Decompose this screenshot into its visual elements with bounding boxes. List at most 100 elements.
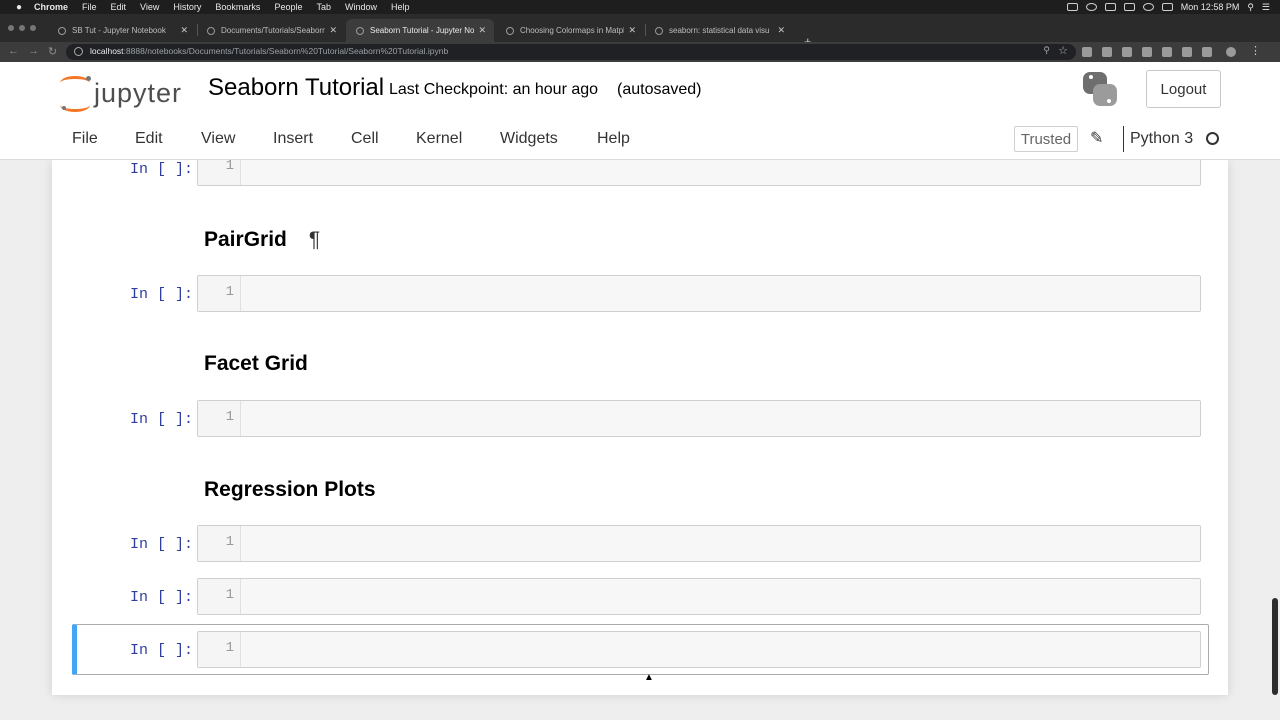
edit-pencil-icon[interactable]: ✎: [1090, 128, 1103, 148]
tab-title: SB Tut - Jupyter Notebook: [72, 26, 166, 35]
page-scrollbar[interactable]: [1272, 598, 1278, 695]
mac-menu-view[interactable]: View: [140, 2, 159, 12]
line-number: 1: [225, 534, 234, 550]
extension-icon[interactable]: [1122, 47, 1132, 57]
line-number: 1: [225, 587, 234, 603]
chrome-menu-icon[interactable]: ⋮: [1250, 44, 1261, 57]
menu-view[interactable]: View: [201, 130, 235, 148]
extensions-puzzle-icon[interactable]: [1202, 47, 1212, 57]
zoom-icon[interactable]: ⚲: [1043, 45, 1050, 56]
code-cell-input[interactable]: 1: [197, 400, 1201, 437]
kernel-name[interactable]: Python 3: [1130, 130, 1193, 148]
close-tab-icon[interactable]: ✕: [329, 25, 337, 36]
code-cell-input[interactable]: 1: [197, 525, 1201, 562]
minimize-window-icon[interactable]: [19, 25, 25, 31]
url-path: :8888/notebooks/Documents/Tutorials/Seab…: [123, 46, 449, 56]
matplotlib-favicon-icon: [506, 26, 514, 35]
extension-icon[interactable]: [1162, 47, 1172, 57]
notebook-container: In [ ]: 1 PairGrid ¶ In [ ]: 1 Facet Grid…: [52, 160, 1228, 695]
menu-cell[interactable]: Cell: [351, 130, 379, 148]
control-center-icon[interactable]: ☰: [1262, 2, 1270, 13]
browser-tab[interactable]: Documents/Tutorials/Seaborn ✕: [197, 19, 345, 42]
code-cell-input[interactable]: 1: [197, 578, 1201, 615]
browser-toolbar: ← → ↻ localhost:8888/notebooks/Documents…: [0, 42, 1280, 62]
menu-file[interactable]: File: [72, 130, 98, 148]
url-host: localhost: [90, 46, 124, 56]
menu-widgets[interactable]: Widgets: [500, 130, 558, 148]
code-cell-input[interactable]: 1: [197, 275, 1201, 312]
close-tab-icon[interactable]: ✕: [777, 25, 785, 36]
profile-avatar[interactable]: [1226, 47, 1236, 57]
jupyter-header: jupyter Seaborn Tutorial Last Checkpoint…: [0, 62, 1280, 160]
browser-tab-active[interactable]: Seaborn Tutorial - Jupyter Note ✕: [346, 19, 494, 42]
mac-menu-help[interactable]: Help: [391, 2, 410, 12]
mac-menu-people[interactable]: People: [274, 2, 302, 12]
seaborn-favicon-icon: [655, 26, 663, 35]
clock[interactable]: Mon 12:58 PM: [1181, 2, 1240, 12]
notebook-site[interactable]: In [ ]: 1 PairGrid ¶ In [ ]: 1 Facet Grid…: [0, 160, 1280, 720]
app-menu-chrome[interactable]: Chrome: [34, 2, 68, 12]
close-tab-icon[interactable]: ✕: [478, 25, 486, 36]
close-window-icon[interactable]: [8, 25, 14, 31]
bookmark-star-icon[interactable]: ☆: [1058, 44, 1068, 57]
tray-cloud-icon[interactable]: [1085, 3, 1097, 11]
mac-menu-bar: ● Chrome File Edit View History Bookmark…: [0, 0, 1280, 14]
logo-moon: [62, 106, 66, 110]
menu-kernel[interactable]: Kernel: [416, 130, 462, 148]
mac-menu-bookmarks[interactable]: Bookmarks: [215, 2, 260, 12]
window-controls[interactable]: [8, 25, 36, 31]
tab-title: Seaborn Tutorial - Jupyter Note: [370, 26, 474, 35]
extension-icon[interactable]: [1082, 47, 1092, 57]
browser-tab[interactable]: SB Tut - Jupyter Notebook ✕: [48, 19, 196, 42]
mac-menu-window[interactable]: Window: [345, 2, 377, 12]
logout-button[interactable]: Logout: [1146, 70, 1221, 108]
kernel-divider: [1123, 126, 1124, 152]
notebook-title[interactable]: Seaborn Tutorial: [208, 74, 384, 102]
browser-tab[interactable]: seaborn: statistical data visu ✕: [645, 19, 793, 42]
mac-menu-file[interactable]: File: [82, 2, 97, 12]
forward-arrow-icon[interactable]: →: [28, 45, 39, 57]
menu-insert[interactable]: Insert: [273, 130, 313, 148]
folder-favicon-icon: [207, 26, 215, 35]
battery-icon[interactable]: [1161, 3, 1173, 11]
notebook-menu-bar: File Edit View Insert Cell Kernel Widget…: [52, 119, 1228, 159]
autosave-status: (autosaved): [617, 81, 702, 98]
tray-volume-icon[interactable]: [1123, 3, 1135, 11]
jupyter-logo[interactable]: jupyter: [58, 72, 193, 112]
menu-edit[interactable]: Edit: [135, 130, 163, 148]
markdown-heading[interactable]: Facet Grid: [204, 352, 308, 376]
close-tab-icon[interactable]: ✕: [180, 25, 188, 36]
extension-icon[interactable]: [1182, 47, 1192, 57]
trusted-indicator[interactable]: Trusted: [1014, 126, 1078, 152]
cell-prompt: In [ ]:: [129, 161, 193, 178]
spotlight-search-icon[interactable]: ⚲: [1247, 2, 1254, 13]
cell-prompt: In [ ]:: [129, 411, 193, 428]
address-bar[interactable]: localhost:8888/notebooks/Documents/Tutor…: [66, 44, 1076, 60]
code-cell-input[interactable]: 1: [197, 631, 1201, 668]
close-tab-icon[interactable]: ✕: [628, 25, 636, 36]
mac-menu-edit[interactable]: Edit: [111, 2, 127, 12]
menu-help[interactable]: Help: [597, 130, 630, 148]
reload-icon[interactable]: ↻: [48, 45, 57, 58]
mac-menu-history[interactable]: History: [173, 2, 201, 12]
tray-app-icon[interactable]: [1066, 3, 1078, 11]
zoom-window-icon[interactable]: [30, 25, 36, 31]
tray-monitor-icon[interactable]: [1104, 3, 1116, 11]
markdown-heading[interactable]: PairGrid ¶: [204, 228, 320, 252]
mouse-cursor-icon: ▲: [644, 672, 654, 683]
code-cell-input[interactable]: 1: [197, 160, 1201, 186]
kernel-idle-indicator-icon: [1206, 132, 1219, 145]
browser-tab[interactable]: Choosing Colormaps in Matplo ✕: [496, 19, 644, 42]
url-text[interactable]: localhost:8888/notebooks/Documents/Tutor…: [90, 46, 448, 56]
cell-prompt: In [ ]:: [129, 536, 193, 553]
markdown-heading[interactable]: Regression Plots: [204, 478, 376, 502]
extension-icon[interactable]: [1142, 47, 1152, 57]
back-arrow-icon[interactable]: ←: [8, 45, 19, 57]
site-info-icon[interactable]: [74, 47, 83, 56]
line-number: 1: [225, 160, 234, 174]
anchor-link[interactable]: ¶: [309, 228, 320, 251]
mac-menu-tab[interactable]: Tab: [316, 2, 331, 12]
extension-icon[interactable]: [1102, 47, 1112, 57]
wifi-icon[interactable]: [1142, 3, 1154, 11]
apple-icon[interactable]: ●: [12, 2, 26, 13]
